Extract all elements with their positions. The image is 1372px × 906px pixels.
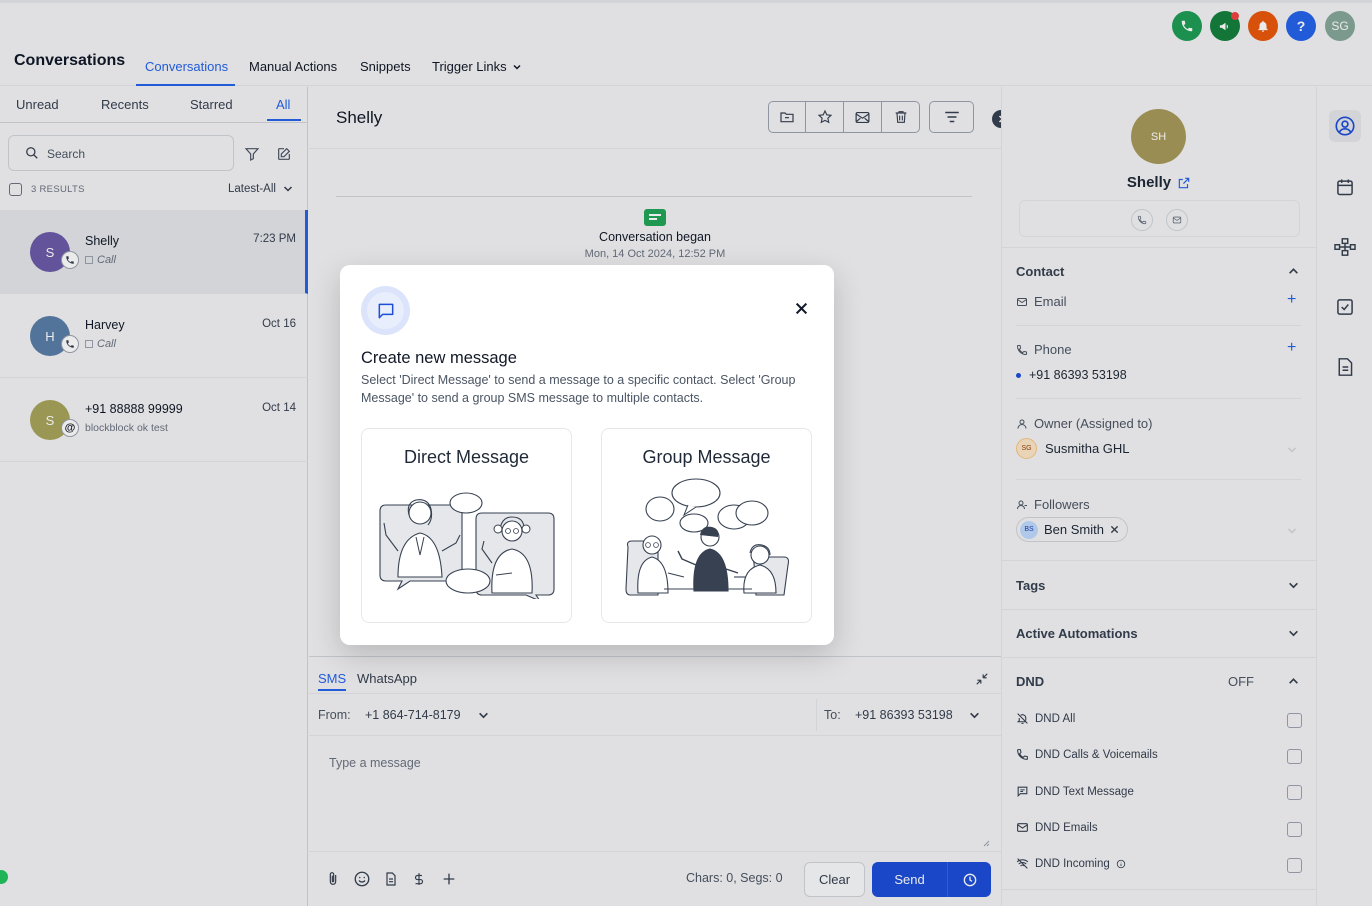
close-button[interactable] — [791, 298, 811, 318]
create-message-modal: Create new message Select 'Direct Messag… — [340, 265, 834, 645]
message-square-icon — [378, 303, 393, 318]
modal-description: Select 'Direct Message' to send a messag… — [361, 373, 796, 405]
modal-icon-wrap — [361, 286, 410, 335]
modal-title: Create new message — [361, 349, 517, 367]
group-message-title: Group Message — [642, 447, 771, 467]
direct-message-illustration — [379, 492, 555, 599]
group-message-illustration — [625, 478, 790, 596]
direct-message-option[interactable]: Direct Message — [361, 428, 572, 623]
close-icon — [795, 302, 807, 314]
direct-message-title: Direct Message — [403, 447, 530, 467]
group-message-option[interactable]: Group Message — [601, 428, 812, 623]
